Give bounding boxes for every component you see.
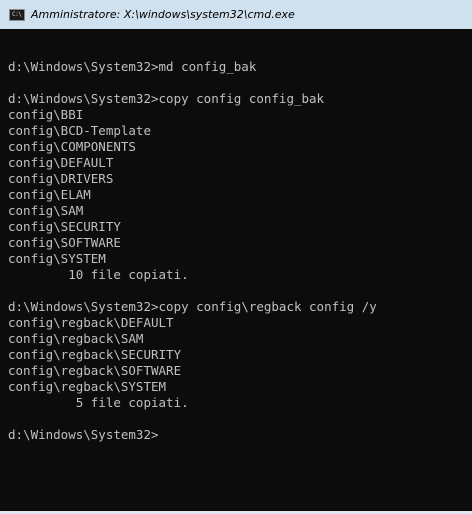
cmd-icon-label: C:\ bbox=[12, 10, 22, 18]
console-line: d:\Windows\System32> bbox=[8, 427, 159, 442]
console-line: config\BCD-Template bbox=[8, 123, 151, 138]
console-line: config\DEFAULT bbox=[8, 155, 114, 170]
console-line: config\regback\SYSTEM bbox=[8, 379, 167, 394]
window-title: Amministratore: X:\windows\system32\cmd.… bbox=[31, 8, 295, 21]
console-line: 5 file copiati. bbox=[8, 395, 189, 410]
console-line: 10 file copiati. bbox=[8, 267, 189, 282]
console-line: config\regback\SECURITY bbox=[8, 347, 182, 362]
console-line: config\DRIVERS bbox=[8, 171, 114, 186]
console-line: config\regback\SOFTWARE bbox=[8, 363, 182, 378]
title-bar[interactable]: C:\ Amministratore: X:\windows\system32\… bbox=[0, 0, 472, 29]
console-line: config\regback\SAM bbox=[8, 331, 144, 346]
console-line: config\SAM bbox=[8, 203, 84, 218]
console-line: d:\Windows\System32>copy config\regback … bbox=[8, 299, 377, 314]
console-line: config\COMPONENTS bbox=[8, 139, 136, 154]
console-line: config\ELAM bbox=[8, 187, 91, 202]
console-line: config\SYSTEM bbox=[8, 251, 106, 266]
console-line: d:\Windows\System32>copy config config_b… bbox=[8, 91, 325, 106]
console-line: config\SOFTWARE bbox=[8, 235, 121, 250]
console-line: config\SECURITY bbox=[8, 219, 121, 234]
console-line: config\BBI bbox=[8, 107, 84, 122]
console-line: config\regback\DEFAULT bbox=[8, 315, 174, 330]
cmd-icon[interactable]: C:\ bbox=[9, 8, 25, 21]
console-output[interactable]: d:\Windows\System32>md config_bak d:\Wind… bbox=[0, 29, 472, 511]
console-line: d:\Windows\System32>md config_bak bbox=[8, 59, 257, 74]
cmd-window: C:\ Amministratore: X:\windows\system32\… bbox=[0, 0, 472, 514]
